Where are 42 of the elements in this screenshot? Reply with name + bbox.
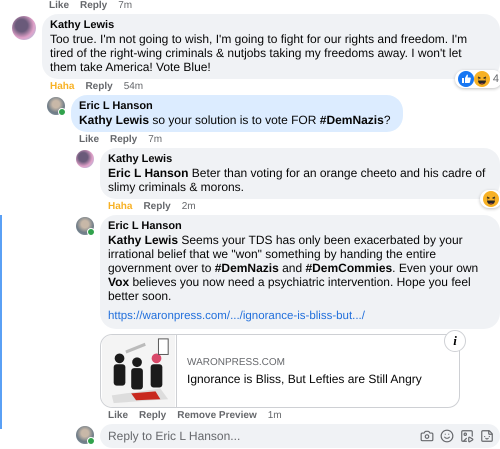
comment-author[interactable]: Eric L Hanson	[108, 220, 488, 233]
avatar[interactable]	[12, 16, 36, 40]
timestamp: 7m	[118, 0, 132, 12]
comment-text: Kathy Lewis so your solution is to vote FOR #DemNazis?	[79, 113, 390, 127]
comment-author[interactable]: Kathy Lewis	[108, 153, 488, 166]
smiley-icon[interactable]	[440, 429, 454, 443]
camera-icon[interactable]	[420, 429, 434, 443]
sticker-icon[interactable]	[480, 429, 494, 443]
reaction-count: 4	[492, 73, 499, 85]
comment-text: Kathy Lewis Seems your TDS has only been exacerbated by your irrational belief that we "won" something by handing the entire government over to #DemNazis and #DemCommies. Even your own Vox believes you now need a psychiatric intervention. Hope you feel better soon.	[108, 233, 480, 303]
reply-field[interactable]: Reply to Eric L Hanson...	[100, 424, 500, 448]
comment-author[interactable]: Kathy Lewis	[50, 19, 488, 32]
preview-title: Ignorance is Bliss, But Lefties are Still Angry	[187, 372, 422, 386]
action-link[interactable]: Like	[108, 410, 128, 422]
info-button[interactable]: i	[444, 330, 466, 352]
avatar[interactable]	[76, 426, 94, 444]
action-link[interactable]: Reply	[85, 81, 113, 93]
comment-text: Eric L Hanson Beter than voting for an orange cheeto and his cadre of slimy criminals & morons.	[108, 166, 486, 194]
reaction-summary[interactable]: 4	[454, 70, 500, 88]
timestamp: 54m	[124, 81, 144, 93]
timestamp: 1m	[268, 410, 282, 422]
reply-input[interactable]: Reply to Eric L Hanson...	[108, 429, 420, 443]
link[interactable]: https://waronpress.com/.../ignorance-is-bliss-but.../	[108, 310, 365, 322]
laughing-emoji-icon	[474, 71, 490, 87]
avatar[interactable]	[76, 150, 94, 168]
preview-site: WARONPRESS.COM	[187, 356, 286, 368]
action-link[interactable]: Remove Preview	[177, 410, 257, 422]
laughing-emoji-icon	[483, 191, 499, 207]
timestamp: 2m	[182, 201, 196, 213]
avatar[interactable]	[47, 97, 65, 115]
avatar[interactable]	[76, 217, 94, 235]
action-link[interactable]: Like	[79, 134, 100, 146]
action-link[interactable]: Reply	[139, 410, 166, 422]
comment-author[interactable]: Eric L Hanson	[79, 100, 390, 113]
action-link[interactable]: Reply	[80, 0, 108, 12]
reaction-summary[interactable]	[480, 190, 500, 208]
action-link[interactable]: Reply	[110, 134, 138, 146]
like-icon	[458, 71, 474, 87]
timestamp: 7m	[148, 134, 162, 146]
action-link[interactable]: Like	[49, 0, 70, 12]
action-link[interactable]: Reply	[143, 201, 171, 213]
gif-icon[interactable]	[460, 429, 474, 443]
